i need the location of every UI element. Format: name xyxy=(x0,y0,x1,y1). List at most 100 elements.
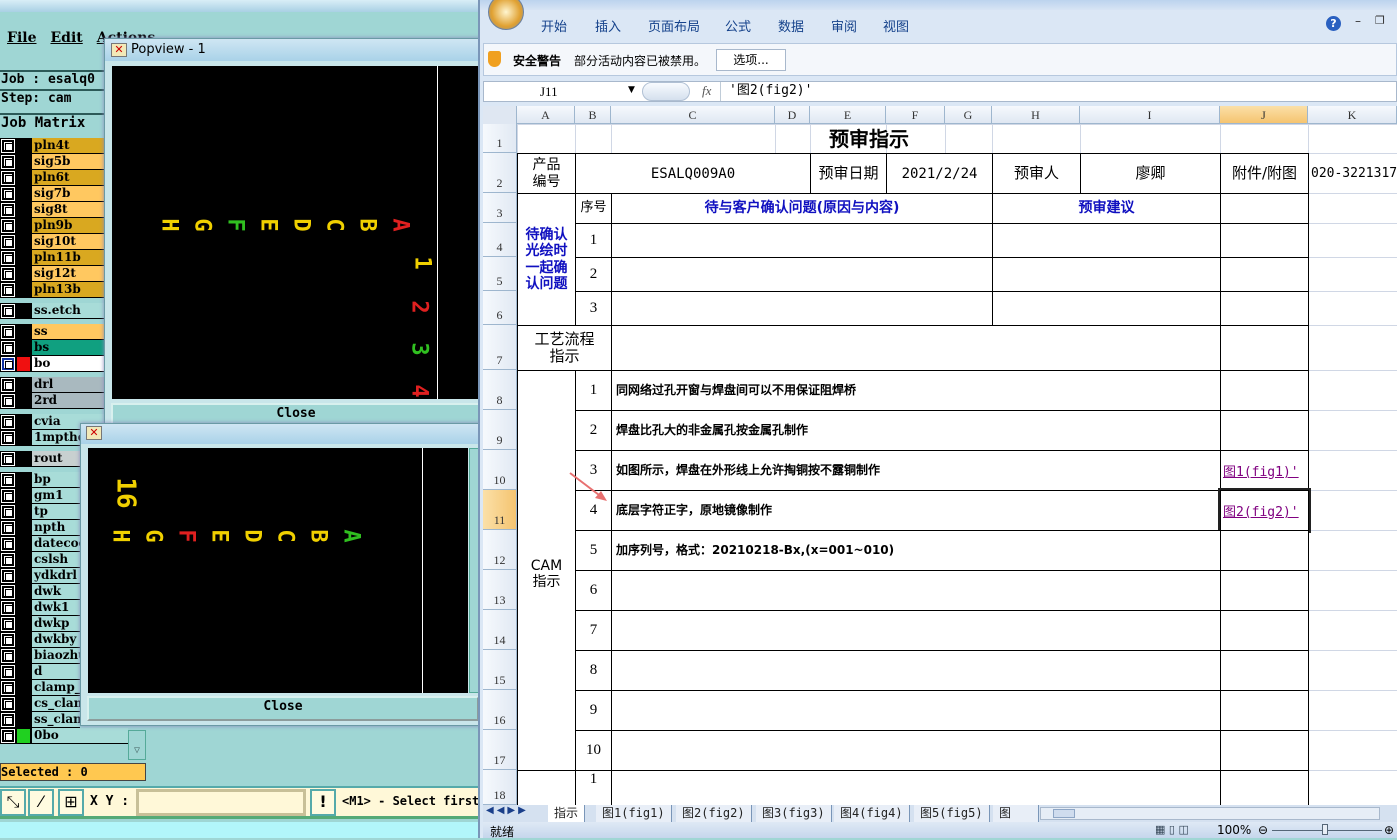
review-date-label[interactable]: 预审日期 xyxy=(810,153,887,194)
name-box[interactable]: J11 xyxy=(540,84,558,100)
ribbon-tab-review[interactable]: 审阅 xyxy=(831,16,857,35)
layer-name[interactable]: sig10t xyxy=(32,234,104,249)
column-header-B[interactable]: B xyxy=(575,106,611,124)
column-header-F[interactable]: F xyxy=(886,106,945,124)
layer-row[interactable]: ss_clamp xyxy=(0,712,80,728)
question-cell[interactable] xyxy=(611,291,993,326)
office-button[interactable] xyxy=(488,0,524,30)
layer-row[interactable]: datecode xyxy=(0,536,80,552)
cam-row-number[interactable]: 10 xyxy=(575,730,612,771)
attachment-cell[interactable] xyxy=(1220,650,1309,691)
column-header-A[interactable]: A xyxy=(517,106,575,124)
column-header-D[interactable]: D xyxy=(775,106,810,124)
cam-row-number[interactable]: 5 xyxy=(575,530,612,571)
seq-number[interactable]: 2 xyxy=(575,257,612,292)
layer-row[interactable]: sig8t xyxy=(0,202,104,218)
layer-name[interactable]: pln6t xyxy=(32,170,104,185)
layer-checkbox[interactable] xyxy=(2,666,14,678)
xy-input[interactable] xyxy=(136,789,306,816)
layer-checkbox[interactable] xyxy=(2,474,14,486)
layer-checkbox[interactable] xyxy=(2,395,14,407)
cam-instruction[interactable]: 同网络过孔开窗与焊盘间可以不用保证阻焊桥 xyxy=(611,370,1221,411)
column-header-K[interactable]: K xyxy=(1308,106,1397,124)
attachment-cell[interactable] xyxy=(1220,530,1309,571)
row-header-9[interactable]: 9 xyxy=(483,410,517,450)
zoom-slider-thumb[interactable] xyxy=(1322,824,1328,835)
cam-instruction[interactable]: 加序列号，格式：20210218-Bx,(x=001~010) xyxy=(611,530,1221,571)
row-header-12[interactable]: 12 xyxy=(483,530,517,570)
minimize-icon[interactable]: – xyxy=(1355,14,1361,28)
row-header-13[interactable]: 13 xyxy=(483,570,517,610)
layer-checkbox[interactable] xyxy=(2,490,14,502)
view-buttons[interactable]: ▦ ▯ ◫ xyxy=(1155,823,1189,836)
menu-edit[interactable]: Edit xyxy=(43,28,89,50)
layer-checkbox[interactable] xyxy=(2,453,14,465)
grid-icon[interactable]: ⊞ xyxy=(58,789,84,816)
sheet-tab[interactable]: 指示 xyxy=(548,805,585,822)
attachment-cell[interactable] xyxy=(1220,193,1309,224)
scrollbar-thumb[interactable] xyxy=(1053,809,1075,818)
layer-name[interactable]: pln9b xyxy=(32,218,104,233)
row-header-8[interactable]: 8 xyxy=(483,370,517,410)
layer-name[interactable]: sig7b xyxy=(32,186,104,201)
cam-instruction[interactable]: 底层字符正字，原地镜像制作 xyxy=(611,490,1221,531)
layer-row[interactable]: bp xyxy=(0,472,80,488)
popview-2-title-bar[interactable]: ✕ xyxy=(81,424,483,444)
sheet-nav-arrows[interactable]: ◀◀▶▶ xyxy=(486,805,529,816)
cam-instruction[interactable] xyxy=(611,650,1221,691)
layer-row[interactable]: sig12t xyxy=(0,266,104,282)
alert-icon[interactable]: ! xyxy=(310,789,336,816)
layer-checkbox[interactable] xyxy=(2,602,14,614)
layer-checkbox[interactable] xyxy=(2,204,14,216)
layer-row[interactable]: sig10t xyxy=(0,234,104,250)
suggestion-cell[interactable] xyxy=(992,291,1221,326)
layer-checkbox[interactable] xyxy=(2,358,14,370)
layer-row[interactable]: pln11b xyxy=(0,250,104,266)
question-cell[interactable] xyxy=(611,223,993,258)
layer-checkbox[interactable] xyxy=(2,416,14,428)
seq-header[interactable]: 序号 xyxy=(575,193,612,224)
figure-link[interactable]: 图1(fig1)' xyxy=(1220,450,1309,491)
layer-row[interactable]: cs_clamp xyxy=(0,696,80,712)
layer-checkbox[interactable] xyxy=(2,570,14,582)
cam-instruction[interactable] xyxy=(611,770,1221,806)
scrollbar[interactable]: ▽ xyxy=(128,730,146,760)
layer-row[interactable]: sig5b xyxy=(0,154,104,170)
layer-row[interactable]: rout xyxy=(0,451,88,467)
row-header-18[interactable]: 18 xyxy=(483,770,517,805)
cam-instruction[interactable] xyxy=(611,570,1221,611)
layer-checkbox[interactable] xyxy=(2,586,14,598)
layer-checkbox[interactable] xyxy=(2,634,14,646)
layer-row[interactable]: dwk xyxy=(0,584,80,600)
formula-input[interactable]: '图2(fig2)' xyxy=(720,82,1396,101)
layer-row[interactable]: pln9b xyxy=(0,218,104,234)
layer-checkbox[interactable] xyxy=(2,714,14,726)
layer-checkbox[interactable] xyxy=(2,236,14,248)
layer-name[interactable]: dwkp xyxy=(32,616,80,631)
layer-name[interactable]: bp xyxy=(32,472,80,487)
row-header-1[interactable]: 1 xyxy=(483,124,517,153)
layer-checkbox[interactable] xyxy=(2,284,14,296)
layer-name[interactable]: tp xyxy=(32,504,80,519)
zoom-in-icon[interactable]: ⊕ xyxy=(1384,823,1394,837)
attachment-cell[interactable] xyxy=(1220,325,1309,371)
layer-row[interactable]: tp xyxy=(0,504,80,520)
confirm-section-label[interactable]: 待确认光绘时一起确认问题 xyxy=(517,193,576,326)
layer-name[interactable]: ss_clamp xyxy=(32,712,80,727)
layer-row[interactable]: sig7b xyxy=(0,186,104,202)
layer-name[interactable]: pln4t xyxy=(32,138,104,153)
review-date-value[interactable]: 2021/2/24 xyxy=(886,153,993,194)
cam-instruction[interactable]: 焊盘比孔大的非金属孔按金属孔制作 xyxy=(611,410,1221,451)
suggestion-cell[interactable] xyxy=(992,223,1221,258)
row-header-7[interactable]: 7 xyxy=(483,325,517,370)
row-header-16[interactable]: 16 xyxy=(483,690,517,730)
zoom-level[interactable]: 100% xyxy=(1217,823,1251,837)
layer-row[interactable]: drl xyxy=(0,377,104,393)
attachment-cell[interactable] xyxy=(1220,257,1309,292)
cam-row-number[interactable]: 2 xyxy=(575,410,612,451)
layer-row[interactable]: d xyxy=(0,664,80,680)
column-header-H[interactable]: H xyxy=(992,106,1080,124)
column-header-I[interactable]: I xyxy=(1080,106,1220,124)
cam-row-number[interactable]: 7 xyxy=(575,610,612,651)
popview-1-canvas[interactable]: HGFEDCBA 1 2 3 4 xyxy=(112,66,485,399)
